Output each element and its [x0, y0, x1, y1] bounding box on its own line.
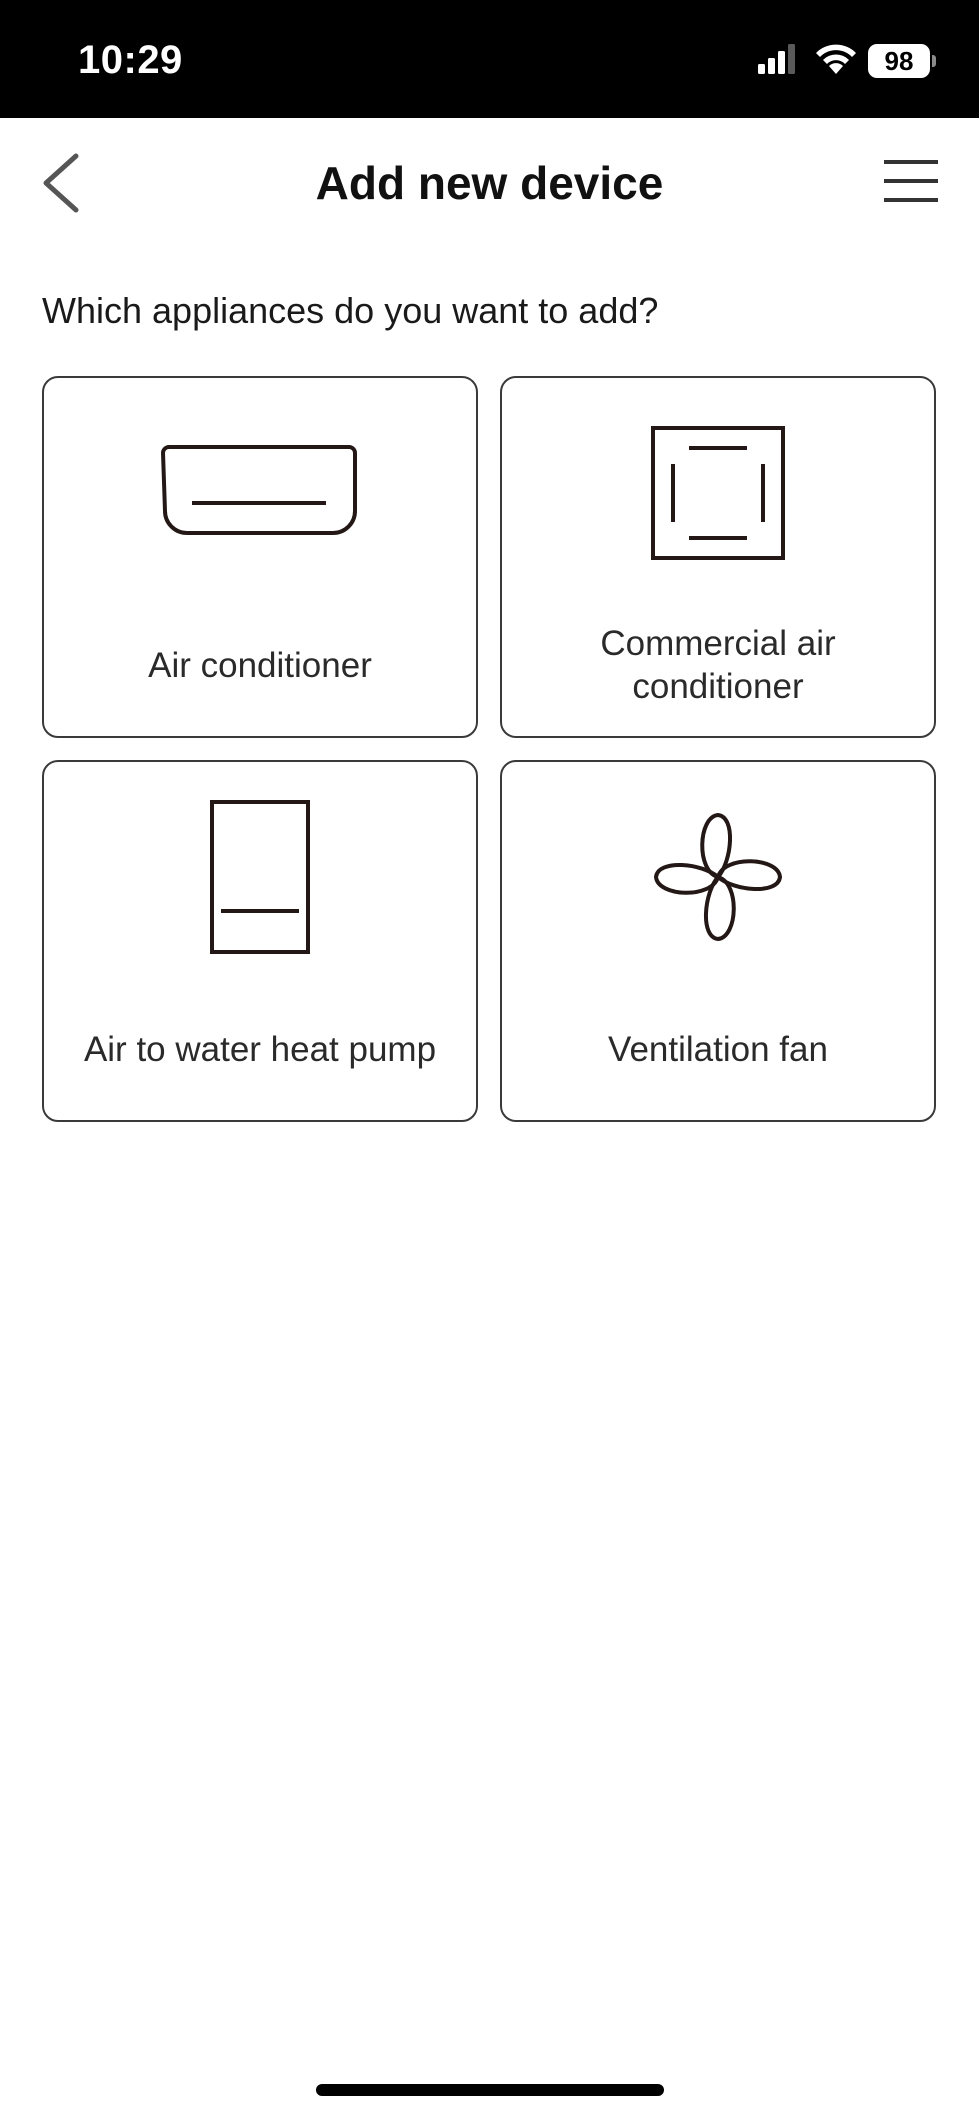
ventilation-fan-tile[interactable]: Ventilation fan	[500, 760, 936, 1122]
status-time: 10:29	[78, 38, 183, 82]
wifi-icon	[814, 42, 858, 81]
fan-icon	[502, 762, 934, 992]
heat-pump-icon	[44, 762, 476, 992]
wall-air-conditioner-icon	[44, 378, 476, 608]
battery-level: 98	[884, 46, 914, 76]
nav-bar: Add new device	[0, 118, 979, 248]
battery-nub	[932, 55, 936, 67]
cellular-signal-icon	[758, 44, 800, 81]
tile-label: Ventilation fan	[608, 1030, 828, 1069]
tile-label: Commercial air conditioner	[600, 624, 836, 706]
question-text: Which appliances do you want to add?	[42, 290, 659, 331]
commercial-air-conditioner-tile[interactable]: Commercial air conditioner	[500, 376, 936, 738]
menu-button[interactable]	[880, 156, 942, 206]
ceiling-cassette-icon	[502, 378, 934, 608]
air-to-water-heat-pump-tile[interactable]: Air to water heat pump	[42, 760, 478, 1122]
air-conditioner-tile[interactable]: Air conditioner	[42, 376, 478, 738]
tile-label: Air conditioner	[148, 646, 372, 685]
page-title: Add new device	[315, 157, 664, 209]
tile-label: Air to water heat pump	[83, 1030, 437, 1069]
home-indicator[interactable]	[316, 2084, 664, 2096]
battery-icon: 98	[868, 44, 930, 78]
status-bar: 10:29 98	[0, 0, 979, 118]
hamburger-menu-icon	[884, 160, 938, 202]
